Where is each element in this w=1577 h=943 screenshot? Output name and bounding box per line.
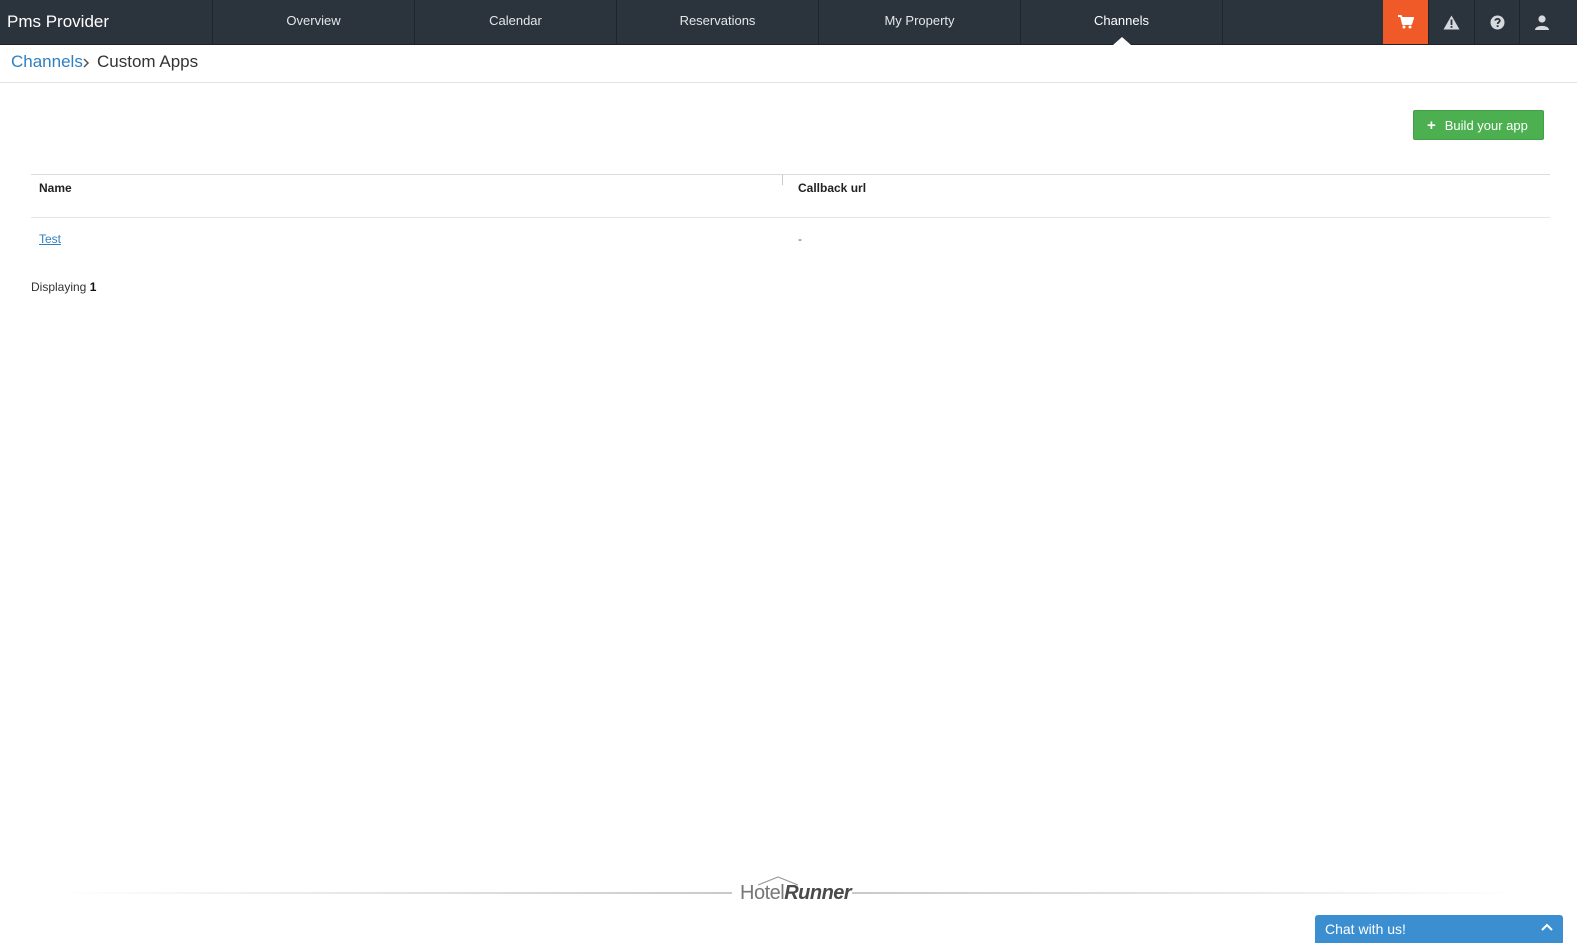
footer-divider-right xyxy=(852,892,1522,894)
help-button[interactable] xyxy=(1474,0,1519,44)
column-header-callback-url[interactable]: Callback url xyxy=(798,175,866,218)
chevron-right-icon xyxy=(83,58,90,68)
chat-widget-label: Chat with us! xyxy=(1325,921,1406,937)
table-row: Test - xyxy=(31,218,1550,262)
tab-my-property[interactable]: My Property xyxy=(819,0,1021,44)
tab-my-property-label: My Property xyxy=(884,13,955,28)
alerts-button[interactable] xyxy=(1428,0,1473,44)
record-count-prefix: Displaying xyxy=(31,280,87,294)
cart-icon xyxy=(1397,15,1414,29)
tab-reservations[interactable]: Reservations xyxy=(617,0,819,44)
tab-channels-label: Channels xyxy=(1094,13,1149,28)
hotelrunner-logo: HotelRunner xyxy=(740,876,852,906)
warning-icon xyxy=(1443,15,1459,29)
breadcrumb-channels-link[interactable]: Channels xyxy=(11,52,83,72)
user-menu-button[interactable] xyxy=(1519,0,1564,44)
logo-word-runner: Runner xyxy=(784,882,852,904)
record-count-value: 1 xyxy=(89,280,97,294)
tab-overview-label: Overview xyxy=(286,13,341,28)
logo-wordmark: HotelRunner xyxy=(740,882,852,905)
page-title: Custom Apps xyxy=(97,52,199,71)
chevron-up-icon xyxy=(1541,923,1553,931)
user-icon xyxy=(1535,14,1549,30)
tab-calendar[interactable]: Calendar xyxy=(415,0,617,44)
tab-calendar-label: Calendar xyxy=(489,13,542,28)
column-resize-handle[interactable] xyxy=(782,175,783,185)
footer-divider-left xyxy=(55,892,732,894)
breadcrumb: Channels Custom Apps xyxy=(0,45,1577,83)
build-your-app-label: Build your app xyxy=(1444,117,1528,133)
cart-button[interactable] xyxy=(1383,0,1428,44)
plus-icon: + xyxy=(1427,116,1436,134)
record-count: Displaying 1 xyxy=(31,280,96,294)
brand-title[interactable]: Pms Provider xyxy=(0,0,213,44)
column-header-name[interactable]: Name xyxy=(39,175,72,218)
chat-widget[interactable]: Chat with us! xyxy=(1315,915,1563,943)
help-icon xyxy=(1490,15,1504,29)
build-your-app-button[interactable]: + Build your app xyxy=(1413,110,1544,140)
tab-reservations-label: Reservations xyxy=(679,13,756,28)
table-header: Name Callback url xyxy=(31,174,1550,218)
tab-channels[interactable]: Channels xyxy=(1021,0,1223,45)
logo-word-hotel: Hotel xyxy=(740,882,785,904)
app-callback-url: - xyxy=(798,232,802,246)
active-tab-caret xyxy=(1112,37,1131,45)
top-navbar: Pms Provider Overview Calendar Reservati… xyxy=(0,0,1577,45)
app-name-link[interactable]: Test xyxy=(39,232,61,246)
tab-overview[interactable]: Overview xyxy=(213,0,415,44)
custom-apps-table: Name Callback url Test - xyxy=(31,174,1550,262)
